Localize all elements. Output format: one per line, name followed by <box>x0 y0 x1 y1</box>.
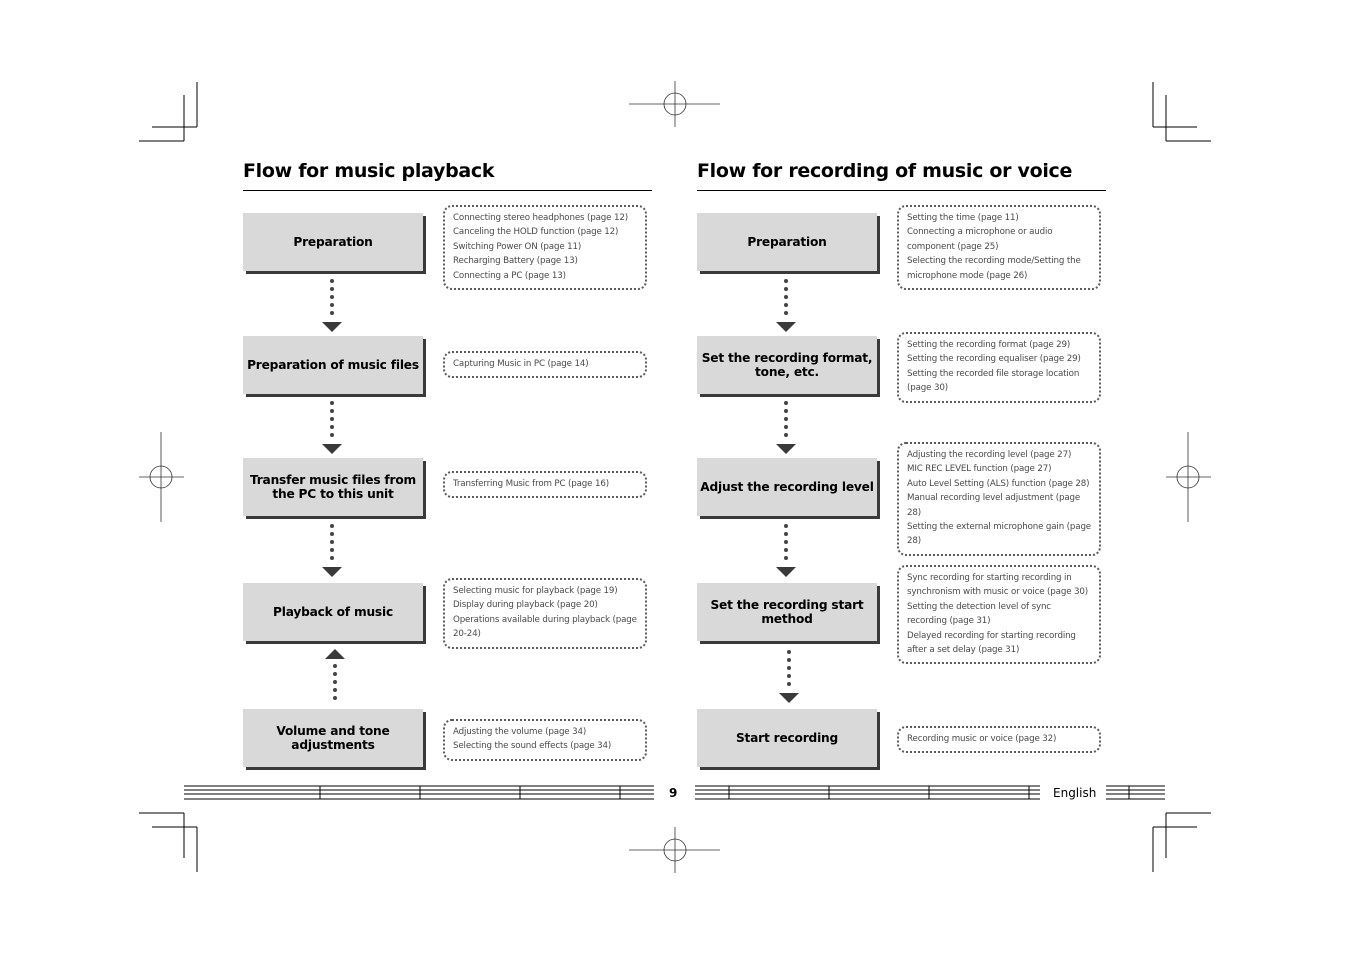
page-link[interactable]: Setting the detection level of sync reco… <box>907 600 1091 629</box>
page-link[interactable]: Setting the recording equaliser (page 29… <box>907 352 1091 366</box>
page-link[interactable]: Connecting a microphone or audio compone… <box>907 225 1091 254</box>
flow-step-preparation: Preparation <box>243 213 423 271</box>
page-link[interactable]: Recording music or voice (page 32) <box>907 732 1091 746</box>
crop-marks <box>139 81 1211 873</box>
flow-step-start-recording: Start recording <box>697 709 877 767</box>
page-link[interactable]: Setting the time (page 11) <box>907 211 1091 225</box>
down-arrow-icon <box>322 399 342 455</box>
page-link[interactable]: Connecting a PC (page 13) <box>453 269 637 283</box>
page-link[interactable]: Delayed recording for starting recording… <box>907 629 1091 658</box>
flow-step-playback: Playback of music <box>243 583 423 641</box>
reference-note: Sync recording for starting recording in… <box>897 565 1101 665</box>
down-arrow-icon <box>776 277 796 333</box>
reference-note: Adjusting the recording level (page 27) … <box>897 442 1101 556</box>
down-arrow-icon <box>776 399 796 455</box>
down-arrow-icon <box>322 522 342 578</box>
page-link[interactable]: Adjusting the volume (page 34) <box>453 725 637 739</box>
section-title: Flow for recording of music or voice <box>697 160 1073 182</box>
section-title: Flow for music playback <box>243 160 495 182</box>
page-link[interactable]: Transferring Music from PC (page 16) <box>453 477 637 491</box>
page-link[interactable]: Canceling the HOLD function (page 12) <box>453 225 637 239</box>
flow-step-recording-level: Adjust the recording level <box>697 458 877 516</box>
reference-note: Setting the time (page 11) Connecting a … <box>897 205 1101 291</box>
flow-step-preparation: Preparation <box>697 213 877 271</box>
page-link[interactable]: Connecting stereo headphones (page 12) <box>453 211 637 225</box>
page-link[interactable]: Switching Power ON (page 11) <box>453 240 637 254</box>
title-rule <box>243 190 652 191</box>
page-link[interactable]: Selecting music for playback (page 19) <box>453 584 637 598</box>
reference-note: Transferring Music from PC (page 16) <box>443 471 647 499</box>
page-link[interactable]: Manual recording level adjustment (page … <box>907 491 1091 520</box>
up-arrow-icon <box>325 649 345 705</box>
page-link[interactable]: Adjusting the recording level (page 27) <box>907 448 1091 462</box>
down-arrow-icon <box>322 277 342 333</box>
page-link[interactable]: Setting the recorded file storage locati… <box>907 367 1091 396</box>
page-link[interactable]: Auto Level Setting (ALS) function (page … <box>907 477 1091 491</box>
page-link[interactable]: Operations available during playback (pa… <box>453 613 637 642</box>
language-label: English <box>1053 786 1097 800</box>
flow-step-recording-format: Set the recording format, tone, etc. <box>697 336 877 394</box>
page-link[interactable]: Selecting the recording mode/Setting the… <box>907 254 1091 283</box>
page-link[interactable]: Capturing Music in PC (page 14) <box>453 357 637 371</box>
page-link[interactable]: Recharging Battery (page 13) <box>453 254 637 268</box>
page-link[interactable]: Sync recording for starting recording in… <box>907 571 1091 600</box>
down-arrow-icon <box>779 648 799 704</box>
page-link[interactable]: Setting the recording format (page 29) <box>907 338 1091 352</box>
page-number: 9 <box>669 786 678 800</box>
flow-step-start-method: Set the recording start method <box>697 583 877 641</box>
flow-step-volume-tone: Volume and tone adjustments <box>243 709 423 767</box>
reference-note: Adjusting the volume (page 34) Selecting… <box>443 719 647 761</box>
title-rule <box>697 190 1106 191</box>
page-link[interactable]: Setting the external microphone gain (pa… <box>907 520 1091 549</box>
reference-note: Selecting music for playback (page 19) D… <box>443 578 647 649</box>
reference-note: Connecting stereo headphones (page 12) C… <box>443 205 647 291</box>
reference-note: Capturing Music in PC (page 14) <box>443 351 647 379</box>
page-link[interactable]: Display during playback (page 20) <box>453 598 637 612</box>
down-arrow-icon <box>776 522 796 578</box>
flow-step-transfer: Transfer music files from the PC to this… <box>243 458 423 516</box>
reference-note: Setting the recording format (page 29) S… <box>897 332 1101 403</box>
page-link[interactable]: Selecting the sound effects (page 34) <box>453 739 637 753</box>
flow-step-music-files: Preparation of music files <box>243 336 423 394</box>
page-link[interactable]: MIC REC LEVEL function (page 27) <box>907 462 1091 476</box>
reference-note: Recording music or voice (page 32) <box>897 726 1101 754</box>
